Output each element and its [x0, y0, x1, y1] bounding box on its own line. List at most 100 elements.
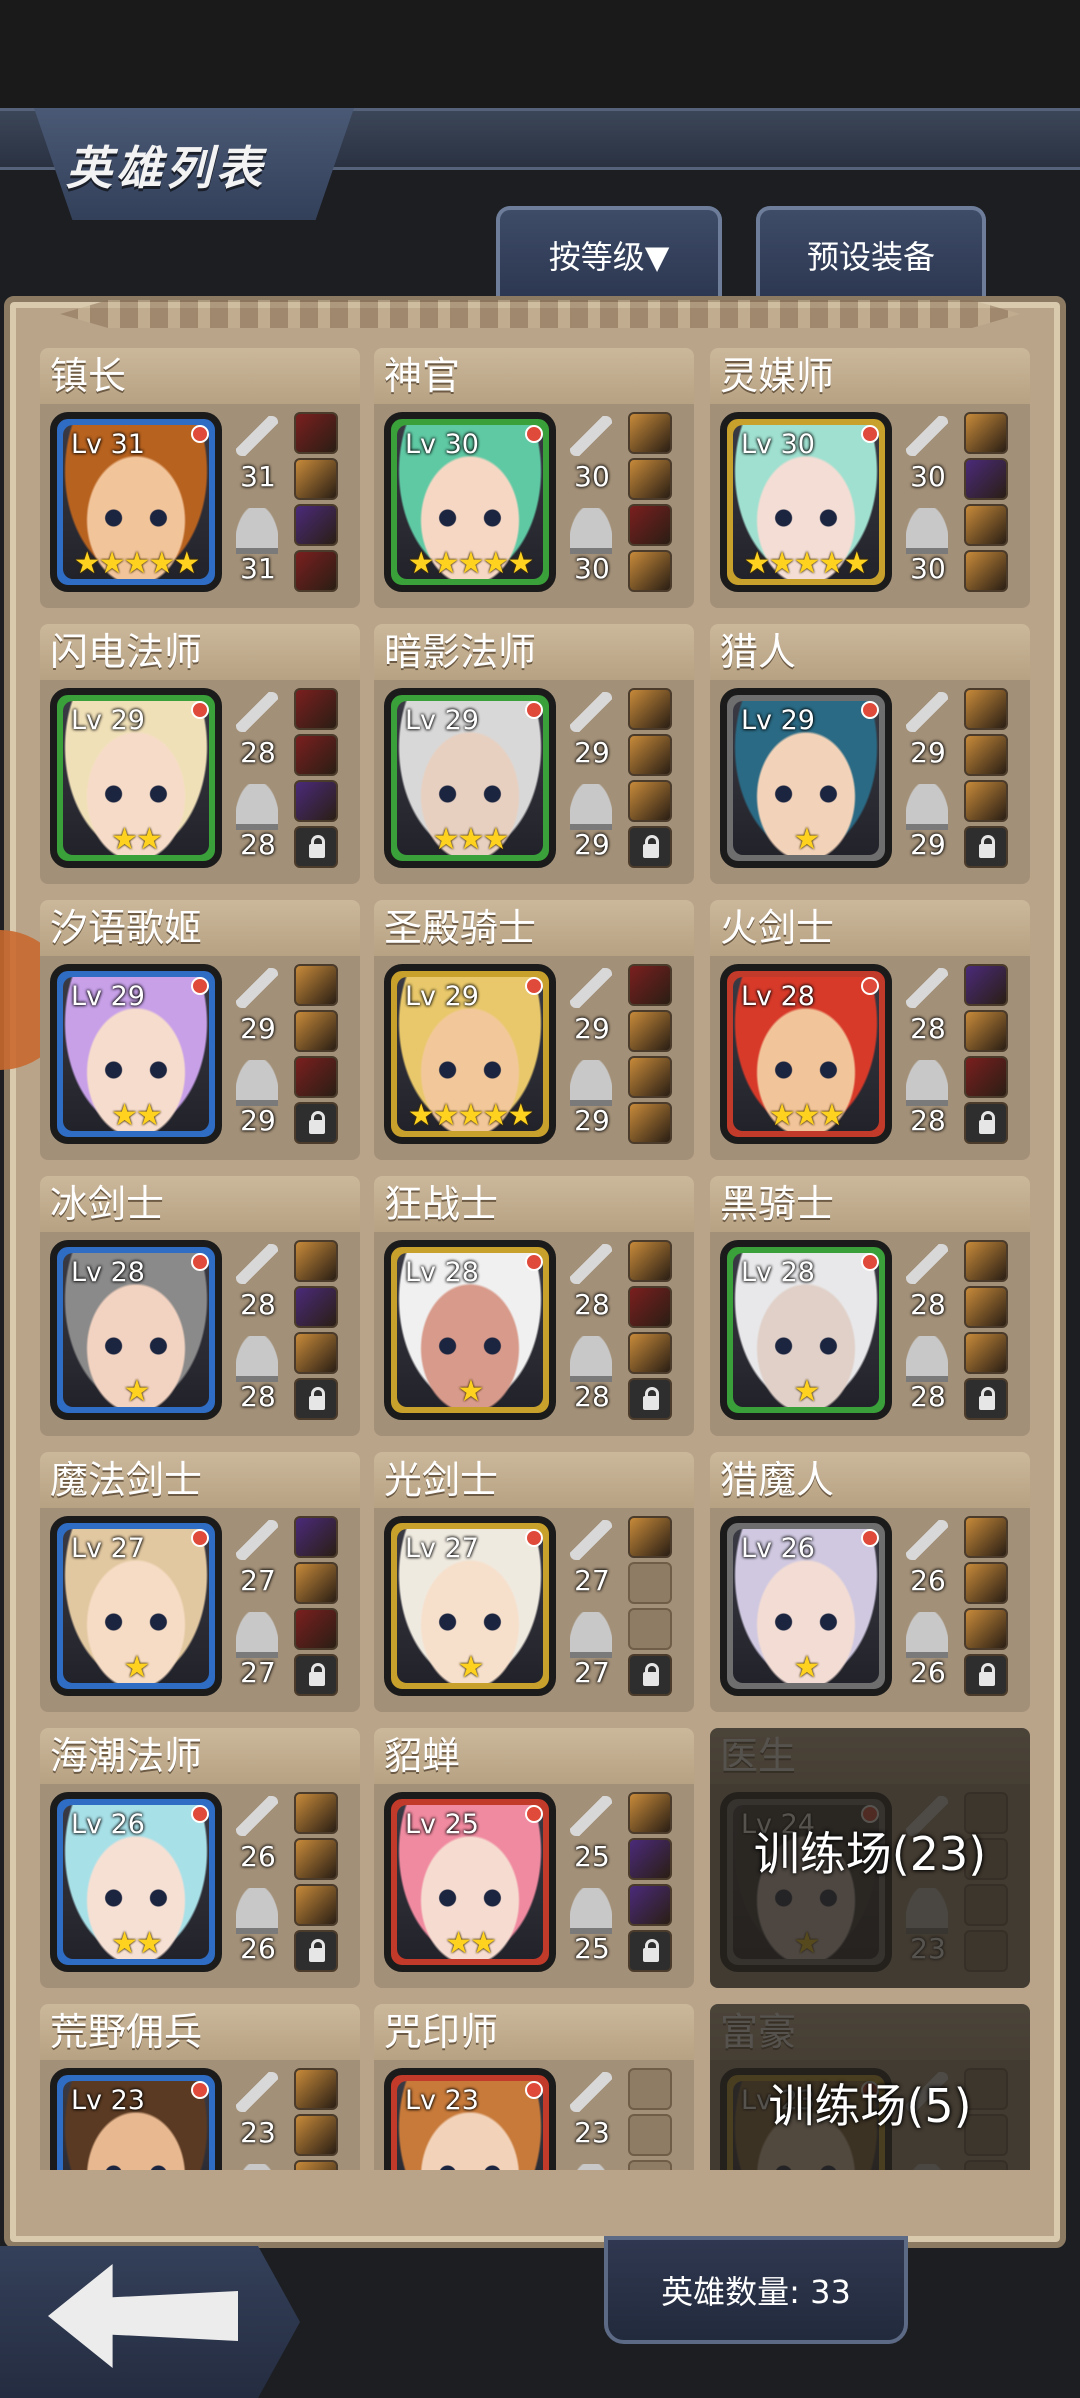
equipment-slot[interactable] — [628, 734, 672, 776]
hero-card[interactable]: 猎人 Lv 29 ★ 29 29 — [710, 624, 1030, 884]
equipment-slot[interactable] — [294, 458, 338, 500]
hero-portrait[interactable]: Lv 29 ★★★★★ — [384, 964, 556, 1144]
equipment-slot[interactable] — [294, 780, 338, 822]
hero-portrait[interactable]: Lv 23★ — [50, 2068, 222, 2170]
equipment-slot[interactable] — [628, 504, 672, 546]
hero-card[interactable]: 魔法剑士 Lv 27 ★ 27 27 — [40, 1452, 360, 1712]
locked-slot-icon[interactable] — [628, 1930, 672, 1972]
locked-slot-icon[interactable] — [294, 1654, 338, 1696]
hero-card[interactable]: 圣殿骑士 Lv 29 ★★★★★ 29 29 — [374, 900, 694, 1160]
hero-card[interactable]: 海潮法师 Lv 26 ★★ 26 26 — [40, 1728, 360, 1988]
equipment-slot[interactable] — [964, 964, 1008, 1006]
equipment-slot[interactable] — [628, 1010, 672, 1052]
hero-portrait[interactable]: Lv 30 ★★★★★ — [384, 412, 556, 592]
hero-portrait[interactable]: Lv 27 ★ — [50, 1516, 222, 1696]
hero-portrait[interactable]: Lv 23★ — [384, 2068, 556, 2170]
equipment-slot[interactable] — [294, 1562, 338, 1604]
equipment-slot[interactable] — [294, 2114, 338, 2156]
hero-portrait[interactable]: Lv 29 ★★★ — [384, 688, 556, 868]
equipment-slot[interactable] — [628, 1102, 672, 1144]
sort-by-level-tab[interactable]: 按等级▼ — [496, 206, 722, 300]
equipment-slot[interactable] — [628, 1240, 672, 1282]
locked-slot-icon[interactable] — [628, 1654, 672, 1696]
equipment-slot[interactable] — [628, 688, 672, 730]
hero-card[interactable]: 汐语歌姬 Lv 29 ★★ 29 29 — [40, 900, 360, 1160]
equipment-slot[interactable] — [294, 1884, 338, 1926]
hero-portrait[interactable]: Lv 31 ★★★★★ — [50, 412, 222, 592]
hero-card[interactable]: 光剑士 Lv 27 ★ 27 27 — [374, 1452, 694, 1712]
equipment-slot[interactable] — [294, 734, 338, 776]
equipment-slot[interactable] — [628, 1792, 672, 1834]
hero-card[interactable]: 貂蝉 Lv 25 ★★ 25 25 — [374, 1728, 694, 1988]
hero-portrait[interactable]: Lv 28 ★ — [50, 1240, 222, 1420]
equipment-slot[interactable] — [294, 1608, 338, 1650]
equipment-slot[interactable] — [628, 1056, 672, 1098]
hero-portrait[interactable]: Lv 30 ★★★★★ — [720, 412, 892, 592]
equipment-slot[interactable] — [964, 688, 1008, 730]
equipment-slot[interactable] — [964, 1056, 1008, 1098]
equipment-slot[interactable] — [628, 412, 672, 454]
hero-card[interactable]: 火剑士 Lv 28 ★★★ 28 28 — [710, 900, 1030, 1160]
hero-portrait[interactable]: Lv 27 ★ — [384, 1516, 556, 1696]
hero-card[interactable]: 镇长 Lv 31 ★★★★★ 31 31 — [40, 348, 360, 608]
equipment-slot[interactable] — [964, 1286, 1008, 1328]
hero-portrait[interactable]: Lv 28 ★★★ — [720, 964, 892, 1144]
empty-equipment-slot[interactable] — [628, 1608, 672, 1650]
hero-portrait[interactable]: Lv 25 ★★ — [384, 1792, 556, 1972]
equipment-slot[interactable] — [964, 458, 1008, 500]
equipment-slot[interactable] — [294, 1010, 338, 1052]
empty-equipment-slot[interactable] — [628, 2160, 672, 2170]
hero-portrait[interactable]: Lv 26 ★ — [720, 1516, 892, 1696]
equipment-slot[interactable] — [294, 964, 338, 1006]
equipment-slot[interactable] — [294, 1838, 338, 1880]
locked-slot-icon[interactable] — [294, 826, 338, 868]
hero-card[interactable]: 灵媒师 Lv 30 ★★★★★ 30 30 — [710, 348, 1030, 608]
hero-card[interactable]: 狂战士 Lv 28 ★ 28 28 — [374, 1176, 694, 1436]
locked-slot-icon[interactable] — [294, 1102, 338, 1144]
hero-portrait[interactable]: Lv 28 ★ — [720, 1240, 892, 1420]
equipment-slot[interactable] — [294, 550, 338, 592]
equipment-slot[interactable] — [964, 1010, 1008, 1052]
hero-card[interactable]: 神官 Lv 30 ★★★★★ 30 30 — [374, 348, 694, 608]
equipment-slot[interactable] — [294, 1240, 338, 1282]
equipment-slot[interactable] — [294, 688, 338, 730]
equipment-slot[interactable] — [628, 1516, 672, 1558]
hero-card[interactable]: 黑骑士 Lv 28 ★ 28 28 — [710, 1176, 1030, 1436]
equipment-slot[interactable] — [628, 458, 672, 500]
equipment-slot[interactable] — [964, 1608, 1008, 1650]
hero-card[interactable]: 冰剑士 Lv 28 ★ 28 28 — [40, 1176, 360, 1436]
locked-slot-icon[interactable] — [964, 1654, 1008, 1696]
equipment-slot[interactable] — [964, 504, 1008, 546]
hero-portrait[interactable]: Lv 29 ★★ — [50, 964, 222, 1144]
equipment-slot[interactable] — [964, 1240, 1008, 1282]
hero-portrait[interactable]: Lv 26 ★★ — [50, 1792, 222, 1972]
empty-equipment-slot[interactable] — [628, 1562, 672, 1604]
locked-slot-icon[interactable] — [628, 1378, 672, 1420]
equipment-slot[interactable] — [628, 1838, 672, 1880]
locked-slot-icon[interactable] — [964, 1102, 1008, 1144]
hero-card[interactable]: 咒印师 Lv 23★2323 — [374, 2004, 694, 2170]
locked-slot-icon[interactable] — [294, 1378, 338, 1420]
equipment-slot[interactable] — [294, 1516, 338, 1558]
hero-portrait[interactable]: Lv 28 ★ — [384, 1240, 556, 1420]
hero-card[interactable]: 暗影法师 Lv 29 ★★★ 29 29 — [374, 624, 694, 884]
equipment-slot[interactable] — [964, 1332, 1008, 1374]
equipment-slot[interactable] — [294, 412, 338, 454]
locked-slot-icon[interactable] — [964, 1378, 1008, 1420]
equipment-slot[interactable] — [628, 1286, 672, 1328]
preset-equipment-tab[interactable]: 预设装备 — [756, 206, 986, 300]
equipment-slot[interactable] — [628, 1884, 672, 1926]
equipment-slot[interactable] — [964, 734, 1008, 776]
hero-portrait[interactable]: Lv 29 ★★ — [50, 688, 222, 868]
locked-slot-icon[interactable] — [628, 826, 672, 868]
equipment-slot[interactable] — [964, 550, 1008, 592]
hero-portrait[interactable]: Lv 29 ★ — [720, 688, 892, 868]
equipment-slot[interactable] — [628, 550, 672, 592]
empty-equipment-slot[interactable] — [628, 2068, 672, 2110]
equipment-slot[interactable] — [294, 2068, 338, 2110]
locked-slot-icon[interactable] — [294, 1930, 338, 1972]
equipment-slot[interactable] — [294, 1056, 338, 1098]
hero-card[interactable]: 医生Lv 24★23训练场(23) — [710, 1728, 1030, 1988]
equipment-slot[interactable] — [964, 780, 1008, 822]
equipment-slot[interactable] — [294, 1286, 338, 1328]
